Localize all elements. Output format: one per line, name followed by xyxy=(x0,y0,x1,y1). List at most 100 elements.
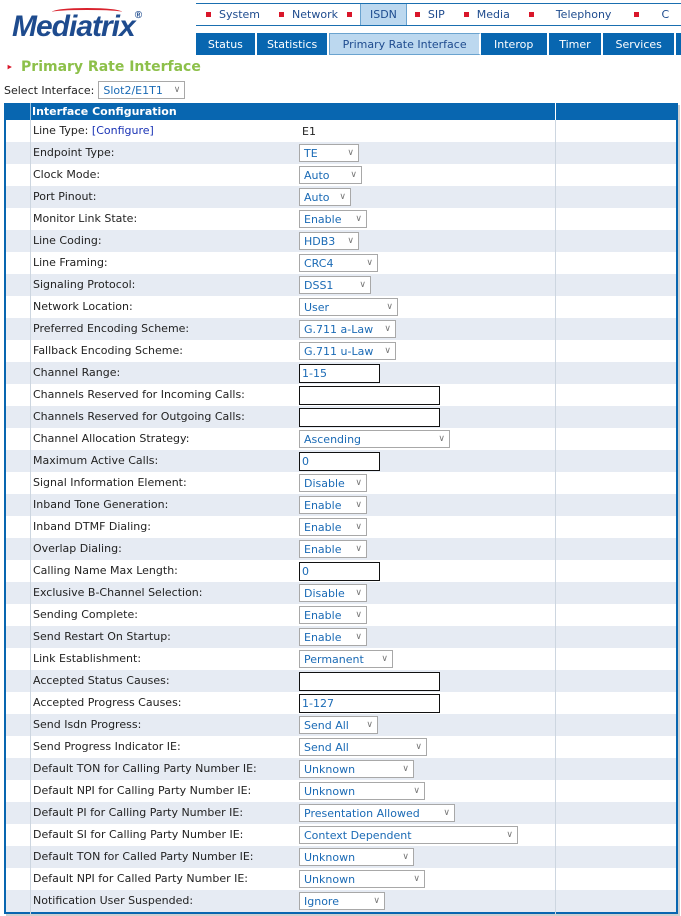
tab-status[interactable]: Status xyxy=(196,33,257,55)
config-select[interactable]: TE ∨ xyxy=(299,144,359,162)
config-select[interactable]: Unknown ∨ xyxy=(299,870,425,888)
config-value: DSS1 ∨ xyxy=(299,274,371,296)
config-select[interactable]: Enable ∨ xyxy=(299,540,367,558)
mediatrix-logo: Mediatrix® xyxy=(12,8,142,44)
top-nav-label: SIP xyxy=(427,8,445,21)
config-select[interactable]: User ∨ xyxy=(299,298,398,316)
top-nav-isdn[interactable]: ISDN xyxy=(359,4,407,25)
config-text-input[interactable] xyxy=(299,671,440,691)
config-select[interactable]: Disable ∨ xyxy=(299,584,367,602)
config-select[interactable]: Presentation Allowed ∨ xyxy=(299,804,455,822)
config-row: Exclusive B-Channel Selection: Disable ∨ xyxy=(6,582,676,604)
top-nav-media[interactable]: Media xyxy=(454,4,519,25)
config-value: Enable ∨ xyxy=(299,626,367,648)
config-select[interactable]: Enable ∨ xyxy=(299,496,367,514)
config-select[interactable]: Enable ∨ xyxy=(299,210,367,228)
config-row: Preferred Encoding Scheme: G.711 a-Law ∨ xyxy=(6,318,676,340)
config-select[interactable]: Enable ∨ xyxy=(299,518,367,536)
top-nav-sip[interactable]: SIP xyxy=(407,4,454,25)
config-value: Unknown ∨ xyxy=(299,758,414,780)
config-select[interactable]: HDB3 ∨ xyxy=(299,232,359,250)
config-select[interactable]: Auto ∨ xyxy=(299,188,351,206)
config-select[interactable]: Unknown ∨ xyxy=(299,760,414,778)
config-select[interactable]: Ascending ∨ xyxy=(299,430,450,448)
config-select[interactable]: Permanent ∨ xyxy=(299,650,393,668)
top-nav-more[interactable]: C xyxy=(620,4,678,25)
config-select[interactable]: Enable ∨ xyxy=(299,606,367,624)
config-value: HDB3 ∨ xyxy=(299,230,359,252)
config-select[interactable]: Ignore ∨ xyxy=(299,892,385,910)
config-label: Accepted Progress Causes: xyxy=(33,692,182,714)
config-text-input[interactable] xyxy=(299,385,440,405)
config-select[interactable]: DSS1 ∨ xyxy=(299,276,371,294)
config-value: Unknown ∨ xyxy=(299,846,414,868)
chevron-down-icon: ∨ xyxy=(438,434,445,444)
select-value: Enable xyxy=(304,608,342,622)
config-select[interactable]: Enable ∨ xyxy=(299,628,367,646)
config-value: User ∨ xyxy=(299,296,398,318)
bullet-icon xyxy=(206,12,211,17)
top-nav-system[interactable]: System xyxy=(196,4,269,25)
top-nav-network[interactable]: Network xyxy=(269,4,347,25)
select-value: User xyxy=(304,300,330,314)
config-value: Enable ∨ xyxy=(299,604,367,626)
tab-primary-rate-interface[interactable]: Primary Rate Interface xyxy=(329,33,481,55)
config-row: Sending Complete: Enable ∨ xyxy=(6,604,676,626)
config-text-input[interactable]: 0 xyxy=(299,561,380,581)
panel-header: Interface Configuration xyxy=(6,103,676,120)
config-text-input[interactable]: 1-127 xyxy=(299,693,440,713)
top-nav-label: System xyxy=(219,8,261,21)
config-row: Signaling Protocol: DSS1 ∨ xyxy=(6,274,676,296)
config-row: Network Location: User ∨ xyxy=(6,296,676,318)
config-row: Default TON for Called Party Number IE: U… xyxy=(6,846,676,868)
config-row: Inband DTMF Dialing: Enable ∨ xyxy=(6,516,676,538)
config-label: Channels Reserved for Incoming Calls: xyxy=(33,384,245,406)
config-label: Line Type: [Configure] xyxy=(33,120,154,142)
select-value: Auto xyxy=(304,190,330,204)
select-value: Presentation Allowed xyxy=(304,806,420,820)
config-value: Context Dependent ∨ xyxy=(299,824,518,846)
tab-statistics[interactable]: Statistics xyxy=(256,33,330,55)
config-select[interactable]: Unknown ∨ xyxy=(299,782,425,800)
config-select[interactable]: Send All ∨ xyxy=(299,738,427,756)
config-value xyxy=(299,670,440,692)
config-select[interactable]: CRC4 ∨ xyxy=(299,254,378,272)
tab-interop[interactable]: Interop xyxy=(480,33,549,55)
config-select[interactable]: Unknown ∨ xyxy=(299,848,414,866)
config-row: Link Establishment: Permanent ∨ xyxy=(6,648,676,670)
config-value: Enable ∨ xyxy=(299,208,367,230)
tab-overflow[interactable] xyxy=(676,33,681,55)
config-select[interactable]: Auto ∨ xyxy=(299,166,362,184)
config-label-text: Signaling Protocol: xyxy=(33,278,136,291)
config-label-text: Notification User Suspended: xyxy=(33,894,194,907)
config-text-input[interactable]: 0 xyxy=(299,451,380,471)
config-text-input[interactable] xyxy=(299,407,440,427)
select-value: Enable xyxy=(304,520,342,534)
top-nav-telephony[interactable]: Telephony xyxy=(519,4,621,25)
config-value: G.711 u-Law ∨ xyxy=(299,340,396,362)
config-label-text: Default NPI for Called Party Number IE: xyxy=(33,872,248,885)
config-select[interactable]: Context Dependent ∨ xyxy=(299,826,518,844)
tab-timer[interactable]: Timer xyxy=(548,33,604,55)
config-label-text: Default SI for Calling Party Number IE: xyxy=(33,828,244,841)
tab-label: Status xyxy=(207,37,243,51)
config-value: Permanent ∨ xyxy=(299,648,393,670)
config-select[interactable]: Send All ∨ xyxy=(299,716,378,734)
tab-services[interactable]: Services xyxy=(603,33,677,55)
config-label: Default TON for Calling Party Number IE: xyxy=(33,758,257,780)
config-row: Accepted Status Causes: xyxy=(6,670,676,692)
select-value: HDB3 xyxy=(304,234,336,248)
config-label-text: Overlap Dialing: xyxy=(33,542,122,555)
config-select[interactable]: Disable ∨ xyxy=(299,474,367,492)
config-text-input[interactable]: 1-15 xyxy=(299,363,380,383)
bullet-icon xyxy=(346,12,352,17)
config-row: Send Progress Indicator IE: Send All ∨ xyxy=(6,736,676,758)
config-label: Accepted Status Causes: xyxy=(33,670,170,692)
config-select[interactable]: G.711 a-Law ∨ xyxy=(299,320,396,338)
chevron-down-icon: ∨ xyxy=(355,632,362,642)
select-interface-dropdown[interactable]: Slot2/E1T1 ∨ xyxy=(98,81,186,99)
configure-link[interactable]: [Configure] xyxy=(92,124,154,137)
config-select[interactable]: G.711 u-Law ∨ xyxy=(299,342,396,360)
config-value: Send All ∨ xyxy=(299,736,427,758)
tab-label: Interop xyxy=(494,37,534,51)
